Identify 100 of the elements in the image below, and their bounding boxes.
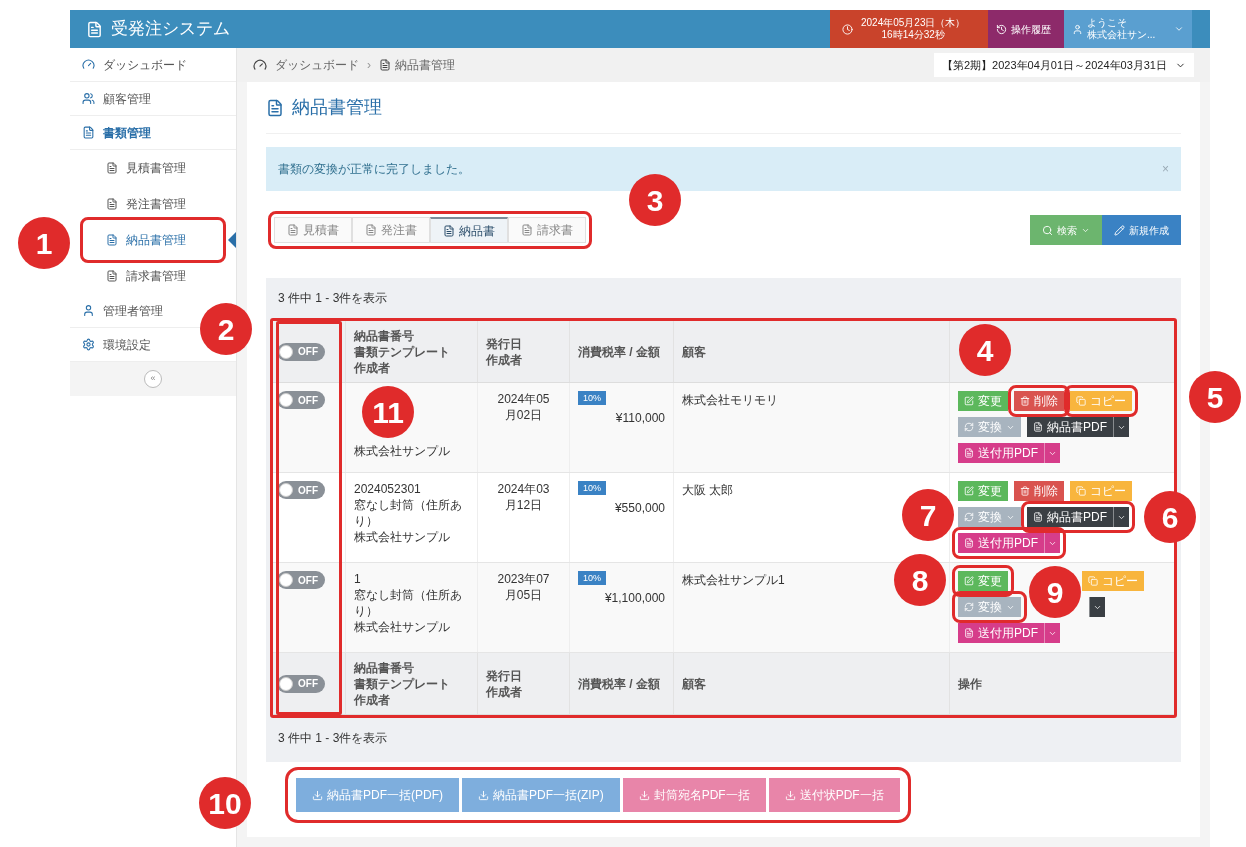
download-icon	[478, 789, 489, 801]
toggle-switch[interactable]: OFF	[277, 571, 325, 589]
toggle-switch[interactable]: OFF	[277, 391, 325, 409]
column-header: 納品書番号	[354, 327, 415, 344]
column-header: 消費税率 / 金額	[578, 343, 660, 360]
column-header: 書類テンプレート	[354, 675, 450, 692]
document-icon	[106, 162, 118, 174]
table-cell-text: 株式会社サンプル	[354, 529, 451, 545]
document-icon	[443, 224, 455, 237]
sidebar-item[interactable]: 書類管理	[82, 123, 151, 142]
tab[interactable]: 納品書	[430, 217, 508, 243]
tax-badge: 10%	[578, 481, 606, 495]
tab[interactable]: 請求書	[508, 217, 586, 243]
current-date: 2024年05月23日（木）	[861, 17, 966, 29]
pdf-button[interactable]: 納品書PDF	[1027, 417, 1113, 437]
bulk-download-button[interactable]: 納品書PDF一括(PDF)	[296, 778, 459, 812]
pdf-button[interactable]: 送付用PDF	[958, 533, 1044, 553]
edit-button[interactable]: 変更	[958, 481, 1008, 501]
new-button[interactable]: 新規作成	[1102, 215, 1181, 245]
collapse-button[interactable]: «	[144, 370, 162, 388]
tab[interactable]: 見積書	[274, 217, 352, 243]
pencil-square-icon	[964, 576, 974, 586]
callout-number: 1	[18, 217, 70, 269]
table-cell: 株式会社モリモリ	[682, 393, 778, 407]
history-icon	[996, 23, 1007, 35]
history-button[interactable]: 操作履歴	[988, 10, 1064, 48]
period-select[interactable]: 【第2期】2023年04月01日～2024年03月31日	[934, 53, 1194, 77]
clock-icon	[842, 23, 853, 35]
column-header: 発行日	[486, 335, 522, 352]
tab[interactable]: 発注書	[352, 217, 430, 243]
tax-badge: 10%	[578, 571, 606, 585]
document-icon	[86, 20, 103, 38]
refresh-icon	[964, 422, 974, 432]
pdf-button[interactable]: 送付用PDF	[958, 443, 1044, 463]
column-header: 作成者	[486, 351, 522, 368]
pencil-icon	[1114, 224, 1125, 236]
sidebar-item[interactable]: 顧客管理	[82, 89, 151, 108]
pdf-button[interactable]: 送付用PDF	[958, 623, 1044, 643]
convert-button[interactable]: 変換	[958, 507, 1021, 527]
delete-button[interactable]: 削除	[1014, 391, 1064, 411]
convert-button[interactable]: 変換	[958, 417, 1021, 437]
table-cell-text: ¥550,000	[614, 500, 665, 517]
record-count: 3 件中 1 - 3件を表示	[278, 290, 388, 307]
pencil-square-icon	[964, 486, 974, 496]
document-icon	[365, 224, 377, 236]
user-menu[interactable]: ようこそ 株式会社サン...	[1064, 10, 1192, 48]
active-indicator	[228, 232, 236, 248]
delete-button[interactable]: 削除	[1014, 481, 1064, 501]
breadcrumb-link[interactable]: ダッシュボード	[275, 56, 359, 74]
search-button[interactable]: 検索	[1030, 215, 1102, 245]
alert-message: 書類の変換が正常に完了しました。	[278, 161, 471, 178]
edit-button[interactable]: 変更	[958, 571, 1008, 591]
page-title: 納品書管理	[292, 96, 382, 119]
dropdown-toggle[interactable]	[1113, 417, 1129, 437]
table-cell-text: 株式会社サンプル	[354, 443, 451, 459]
gauge-icon	[253, 58, 267, 72]
document-icon	[106, 270, 118, 282]
dropdown-toggle[interactable]	[1044, 443, 1060, 463]
close-button[interactable]: ×	[1162, 160, 1169, 178]
document-icon	[964, 448, 974, 458]
table-cell-text: 株式会社サンプル	[354, 619, 451, 635]
search-icon	[1042, 224, 1053, 236]
edit-button[interactable]: 変更	[958, 391, 1008, 411]
document-icon	[82, 126, 95, 139]
refresh-icon	[964, 602, 974, 612]
column-header: 消費税率 / 金額	[578, 675, 660, 692]
sidebar-item[interactable]: 納品書管理	[86, 223, 220, 257]
trash-icon	[1020, 486, 1030, 496]
sidebar-item[interactable]: 管理者管理	[82, 301, 163, 320]
users-icon	[82, 92, 95, 105]
dropdown-toggle[interactable]	[1113, 507, 1129, 527]
convert-button[interactable]: 変換	[958, 597, 1021, 617]
current-time: 16時14分32秒	[881, 29, 945, 41]
table-cell-text: 2024年03月12日	[496, 481, 551, 514]
bulk-download-button[interactable]: 納品書PDF一括(ZIP)	[462, 778, 620, 812]
toggle-switch[interactable]: OFF	[277, 481, 325, 499]
dropdown-toggle[interactable]	[1089, 597, 1105, 617]
pencil-square-icon	[964, 396, 974, 406]
document-icon	[964, 538, 974, 548]
bulk-download-button[interactable]: 送付状PDF一括	[768, 778, 900, 812]
document-icon	[1033, 512, 1043, 522]
copy-icon	[1076, 396, 1086, 406]
user-icon	[82, 304, 95, 317]
toggle-switch[interactable]: OFF	[277, 674, 325, 693]
pdf-button[interactable]: 納品書PDF	[1027, 507, 1113, 527]
sidebar-item[interactable]: 発注書管理	[86, 187, 220, 221]
user-icon	[1072, 23, 1083, 35]
toggle-switch[interactable]: OFF	[277, 342, 325, 361]
sidebar-item[interactable]: 環境設定	[82, 335, 151, 354]
sidebar-item[interactable]: ダッシュボード	[82, 55, 187, 74]
dropdown-toggle[interactable]	[1044, 533, 1060, 553]
document-icon	[287, 224, 299, 236]
table-cell: 株式会社サンプル1	[682, 573, 785, 587]
document-icon	[379, 59, 391, 71]
refresh-icon	[964, 512, 974, 522]
breadcrumb-separator: ›	[367, 57, 371, 74]
sidebar-item[interactable]: 請求書管理	[86, 259, 220, 293]
sidebar-item[interactable]: 見積書管理	[86, 151, 220, 185]
bulk-download-button[interactable]: 封筒宛名PDF一括	[622, 778, 766, 812]
dropdown-toggle[interactable]	[1044, 623, 1060, 643]
